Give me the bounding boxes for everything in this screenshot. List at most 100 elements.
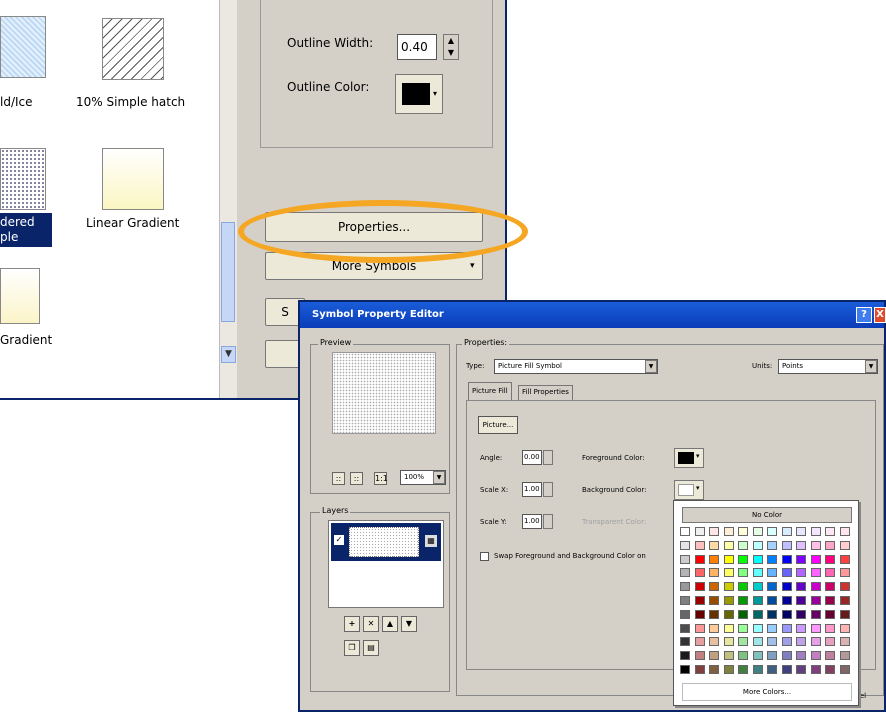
color-swatch[interactable] xyxy=(767,637,777,647)
scalex-spinner[interactable] xyxy=(543,482,553,497)
color-swatch[interactable] xyxy=(825,540,835,550)
tab-fill-properties[interactable]: Fill Properties xyxy=(518,385,573,400)
color-swatch[interactable] xyxy=(810,540,821,550)
layer-lock-icon[interactable]: ▦ xyxy=(425,535,437,547)
color-swatch[interactable] xyxy=(781,568,792,578)
color-swatch[interactable] xyxy=(767,596,777,605)
color-swatch[interactable] xyxy=(723,568,734,578)
color-swatch[interactable] xyxy=(796,582,806,592)
color-swatch[interactable] xyxy=(839,651,850,661)
color-swatch[interactable] xyxy=(723,540,734,550)
color-swatch[interactable] xyxy=(767,623,777,633)
color-swatch[interactable] xyxy=(694,568,705,578)
color-swatch[interactable] xyxy=(825,596,835,605)
color-swatch[interactable] xyxy=(723,582,734,592)
color-swatch[interactable] xyxy=(825,609,835,619)
outline-width-input[interactable]: 0.40 xyxy=(397,34,437,60)
move-up-icon[interactable]: ▲ xyxy=(382,616,398,632)
color-swatch[interactable] xyxy=(694,637,705,647)
color-swatch[interactable] xyxy=(709,651,719,661)
color-swatch[interactable] xyxy=(810,596,821,605)
color-swatch[interactable] xyxy=(738,554,748,564)
color-swatch[interactable] xyxy=(723,527,734,536)
scroll-down-button[interactable]: ▼ xyxy=(221,346,236,363)
color-swatch[interactable] xyxy=(680,651,690,661)
color-swatch[interactable] xyxy=(796,623,806,633)
color-swatch[interactable] xyxy=(752,568,763,578)
color-swatch[interactable] xyxy=(810,527,821,536)
color-swatch[interactable] xyxy=(781,651,792,661)
outline-width-spinner[interactable]: ▲ ▼ xyxy=(443,34,459,60)
color-swatch[interactable] xyxy=(810,554,821,564)
color-swatch[interactable] xyxy=(781,609,792,619)
color-swatch[interactable] xyxy=(723,637,734,647)
color-swatch[interactable] xyxy=(839,568,850,578)
color-swatch[interactable] xyxy=(796,527,806,536)
symbol-label-selected[interactable]: dered ple xyxy=(0,213,52,247)
background-color-picker[interactable]: ▾ xyxy=(674,480,704,500)
color-swatch[interactable] xyxy=(839,609,850,619)
tab-picture-fill[interactable]: Picture Fill xyxy=(468,382,512,400)
color-swatch[interactable] xyxy=(738,609,748,619)
color-swatch[interactable] xyxy=(839,665,850,674)
color-swatch[interactable] xyxy=(767,582,777,592)
color-swatch[interactable] xyxy=(767,527,777,536)
color-swatch[interactable] xyxy=(767,554,777,564)
color-swatch[interactable] xyxy=(810,651,821,661)
color-swatch[interactable] xyxy=(796,637,806,647)
more-colors-button[interactable]: More Colors... xyxy=(682,683,852,701)
color-swatch[interactable] xyxy=(680,540,690,550)
color-swatch[interactable] xyxy=(752,609,763,619)
zoom-select[interactable]: 100% ▼ xyxy=(400,470,446,485)
color-swatch[interactable] xyxy=(810,623,821,633)
color-swatch[interactable] xyxy=(738,637,748,647)
color-swatch[interactable] xyxy=(810,582,821,592)
color-swatch[interactable] xyxy=(825,665,835,674)
help-button[interactable]: ? xyxy=(856,307,872,323)
color-swatch[interactable] xyxy=(767,609,777,619)
symbol-swatch-dots[interactable] xyxy=(0,148,46,210)
color-swatch[interactable] xyxy=(738,665,748,674)
symbol-swatch-hatch[interactable] xyxy=(102,18,164,80)
color-swatch[interactable] xyxy=(694,651,705,661)
color-swatch[interactable] xyxy=(680,665,690,674)
color-swatch[interactable] xyxy=(738,596,748,605)
color-swatch[interactable] xyxy=(694,609,705,619)
color-swatch[interactable] xyxy=(767,651,777,661)
layer-item[interactable]: ✓ ▦ xyxy=(331,523,441,561)
color-swatch[interactable] xyxy=(839,582,850,592)
outline-color-picker[interactable]: ▾ xyxy=(395,74,443,114)
color-swatch[interactable] xyxy=(781,623,792,633)
color-swatch[interactable] xyxy=(694,540,705,550)
copy-layer-icon[interactable]: ❐ xyxy=(344,640,360,656)
color-swatch[interactable] xyxy=(738,623,748,633)
foreground-color-picker[interactable]: ▾ xyxy=(674,448,704,468)
color-swatch[interactable] xyxy=(694,554,705,564)
color-swatch[interactable] xyxy=(738,582,748,592)
color-swatch[interactable] xyxy=(781,665,792,674)
color-swatch[interactable] xyxy=(810,637,821,647)
color-swatch[interactable] xyxy=(680,527,690,536)
color-swatch[interactable] xyxy=(752,582,763,592)
color-swatch[interactable] xyxy=(825,554,835,564)
color-swatch[interactable] xyxy=(825,582,835,592)
color-swatch[interactable] xyxy=(752,596,763,605)
color-swatch[interactable] xyxy=(839,623,850,633)
angle-input[interactable]: 0.00 xyxy=(522,450,542,465)
color-swatch[interactable] xyxy=(752,527,763,536)
color-swatch[interactable] xyxy=(781,596,792,605)
color-swatch[interactable] xyxy=(752,623,763,633)
color-swatch[interactable] xyxy=(752,665,763,674)
color-swatch[interactable] xyxy=(709,665,719,674)
color-swatch[interactable] xyxy=(810,568,821,578)
color-swatch[interactable] xyxy=(796,609,806,619)
color-swatch[interactable] xyxy=(752,637,763,647)
color-swatch[interactable] xyxy=(752,554,763,564)
color-swatch[interactable] xyxy=(825,651,835,661)
color-swatch[interactable] xyxy=(781,527,792,536)
color-swatch[interactable] xyxy=(709,596,719,605)
color-swatch[interactable] xyxy=(767,540,777,550)
color-swatch[interactable] xyxy=(709,637,719,647)
color-swatch[interactable] xyxy=(825,568,835,578)
color-swatch[interactable] xyxy=(709,540,719,550)
